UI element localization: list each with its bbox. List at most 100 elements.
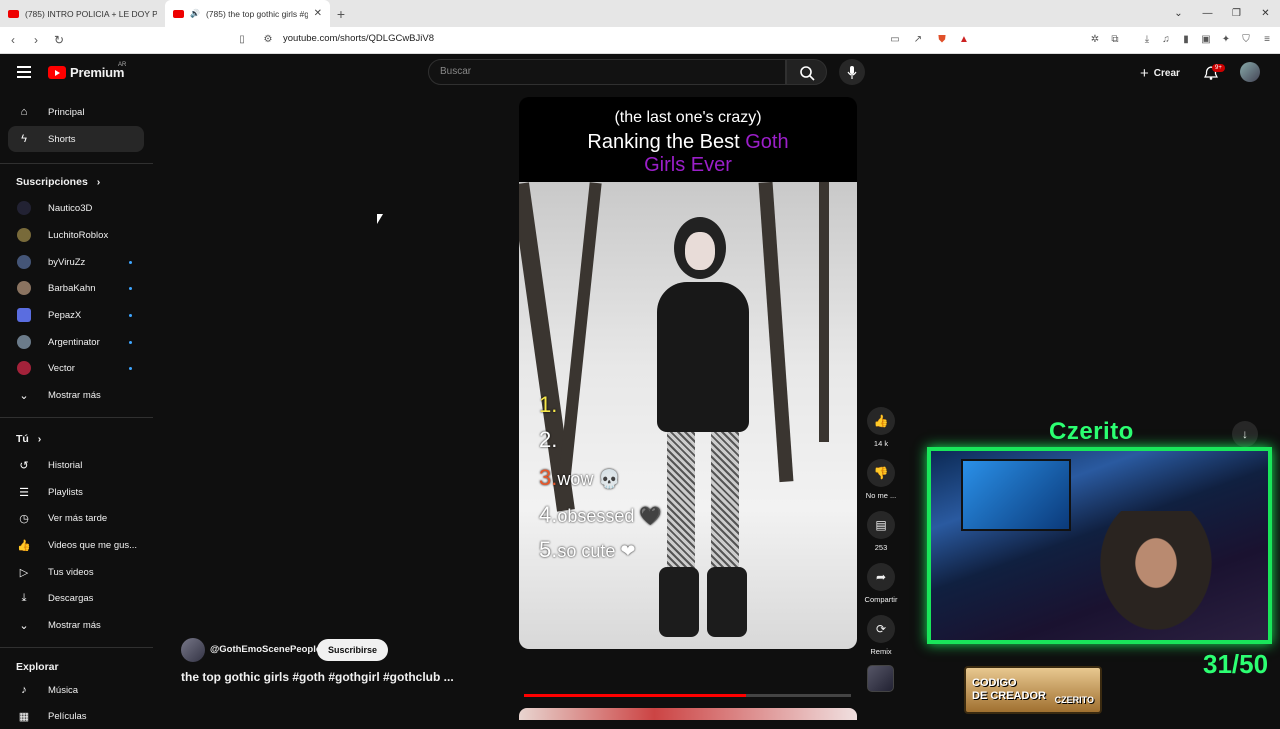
sidebar-item-barbakahn[interactable]: BarbaKahn [8,275,144,301]
media-icon[interactable]: ♫ [1160,34,1172,46]
share-icon[interactable]: ↗ [912,34,924,46]
forward-icon[interactable]: › [26,33,46,47]
sidebar-item-shorts[interactable]: ϟ Shorts [8,126,144,152]
rank-2: 2. [539,427,558,452]
search-button[interactable] [786,59,827,85]
playlists-icon: ☰ [19,486,29,499]
maximize-button[interactable]: ❐ [1222,8,1251,19]
dislike-button[interactable]: 👎 No me ... [865,459,897,500]
shorts-video-player[interactable]: (the last one's crazy) Ranking the Best … [519,97,857,649]
sidebar-item-historial[interactable]: ↺ Historial [8,452,144,478]
channel-avatar[interactable] [181,638,205,662]
you-label: Tú [16,433,29,445]
extensions-icon[interactable]: ✲ [1089,34,1101,46]
music-note-icon: ♪ [21,684,27,696]
comments-button[interactable]: ▤ 253 [865,511,897,552]
tab-title: (785) INTRO POLICIA + LE DOY PERM [25,8,157,19]
reload-icon[interactable]: ↻ [49,33,69,47]
menu-icon[interactable] [17,66,31,78]
streamer-image [1091,511,1221,641]
channel-thumbnail[interactable] [867,665,894,692]
sidebar-toggle-icon[interactable]: ▮ [1180,34,1192,46]
close-window-button[interactable]: ✕ [1251,8,1280,19]
remix-button[interactable]: ⟳ Remix [865,615,897,656]
divider [0,647,153,648]
tab-list-button[interactable]: ⌄ [1164,8,1193,19]
explore-heading: Explorar [16,661,59,673]
tree-trunk [558,182,602,482]
leo-icon[interactable]: ✦ [1220,34,1232,46]
subscribe-button[interactable]: Suscribirse [317,639,389,661]
close-tab-icon[interactable]: ✕ [314,8,322,19]
sidebar-item-your-videos[interactable]: ▷ Tus videos [8,559,144,585]
minimize-button[interactable]: — [1193,8,1222,19]
show-more-subscriptions[interactable]: ⌄ Mostrar más [8,382,144,408]
rewards-icon[interactable]: ▲ [958,34,970,46]
sidebar-item-luchitoroblox[interactable]: LuchitoRoblox [8,222,144,248]
account-avatar[interactable] [1240,62,1260,82]
you-heading[interactable]: Tú › [16,433,41,445]
show-more-you[interactable]: ⌄ Mostrar más [8,612,144,638]
dislike-label: No me ... [865,491,897,500]
video-progress-bar[interactable] [524,694,851,697]
thumbs-down-icon: 👎 [867,459,895,487]
youtube-page: Premium AR Buscar + Crear 9+ ⌂ Principal… [0,54,1280,723]
sidebar-item-label: Música [48,684,79,696]
rank-1: 1. [539,392,558,417]
sidebar-item-pepazx[interactable]: PepazX [8,302,144,328]
wallet-icon[interactable]: ▣ [1200,34,1212,46]
plus-icon: + [1140,65,1149,82]
sidebar-item-liked-videos[interactable]: 👍 Videos que me gus... [8,532,144,558]
downloads-icon[interactable]: ⤓ [1141,34,1153,46]
url-field[interactable]: youtube.com/shorts/QDLGCwBJiV8 [283,33,434,44]
share-button[interactable]: ➦ Compartir [860,563,902,604]
sidebar-item-nautico3d[interactable]: Nautico3D [8,195,144,221]
divider [0,417,153,418]
new-tab-button[interactable]: + [330,0,352,27]
like-button[interactable]: 👍 14 k [865,407,897,448]
search-input[interactable]: Buscar [428,59,786,85]
screenshot-icon[interactable]: ⧉ [1109,34,1121,46]
sidebar-item-watch-later[interactable]: ◷ Ver más tarde [8,505,144,531]
creator-code-line1: CODIGO [972,677,1017,689]
subscriptions-heading[interactable]: Suscripciones › [16,176,100,188]
sidebar-item-label: Videos que me gus... [48,539,138,551]
streamer-name: Czerito [1049,418,1134,445]
site-info-icon[interactable]: ⚙ [262,34,274,46]
channel-name[interactable]: @GothEmoScenePeople [210,644,321,655]
sidebar: ⌂ Principal ϟ Shorts Suscripciones › Nau… [0,90,153,723]
sidebar-item-music[interactable]: ♪ Música [8,677,144,703]
back-icon[interactable]: ‹ [3,33,23,47]
window-controls: ⌄ — ❐ ✕ [1164,0,1280,27]
sidebar-item-downloads[interactable]: ⤓ Descargas [8,585,144,611]
bookmark-icon[interactable]: ▯ [236,34,248,46]
rank-4: 4.obsessed 🖤 [539,502,662,527]
menu-icon[interactable]: ≡ [1261,34,1273,46]
browser-tab-1[interactable]: (785) INTRO POLICIA + LE DOY PERM [0,0,165,27]
youtube-premium-logo[interactable]: Premium AR [48,62,127,80]
create-button[interactable]: + Crear [1140,65,1180,82]
sidebar-item-byviruzz[interactable]: byViruZz [8,249,144,275]
tree-trunk [819,182,829,442]
like-count: 14 k [873,439,889,448]
sidebar-item-playlists[interactable]: ☰ Playlists [8,479,144,505]
sidebar-item-movies[interactable]: ▦ Películas [8,703,144,729]
vpn-icon[interactable]: ⛉ [1240,34,1252,46]
voice-search-button[interactable] [839,59,865,85]
next-video-arrow-icon[interactable]: ↓ [1232,421,1258,447]
video-description[interactable]: the top gothic girls #goth #gothgirl #go… [181,670,454,684]
title-white-part: Ranking the Best [587,131,746,153]
browser-tab-2[interactable]: 🔊 (785) the top gothic girls #go ✕ [165,0,330,27]
chevron-right-icon: › [96,176,101,188]
chevron-down-icon: ⌄ [19,619,29,632]
logo-text: Premium [70,65,125,80]
sidebar-item-principal[interactable]: ⌂ Principal [8,99,144,125]
sidebar-item-argentinator[interactable]: Argentinator [8,329,144,355]
country-code: AR [118,62,127,68]
sidebar-item-label: Historial [48,459,83,471]
thumbs-up-icon: 👍 [867,407,895,435]
sidebar-item-vector[interactable]: Vector [8,355,144,381]
next-short-preview[interactable] [519,708,857,720]
brave-shield-icon[interactable]: ⛊ [936,34,948,46]
cast-icon[interactable]: ▭ [889,34,901,46]
